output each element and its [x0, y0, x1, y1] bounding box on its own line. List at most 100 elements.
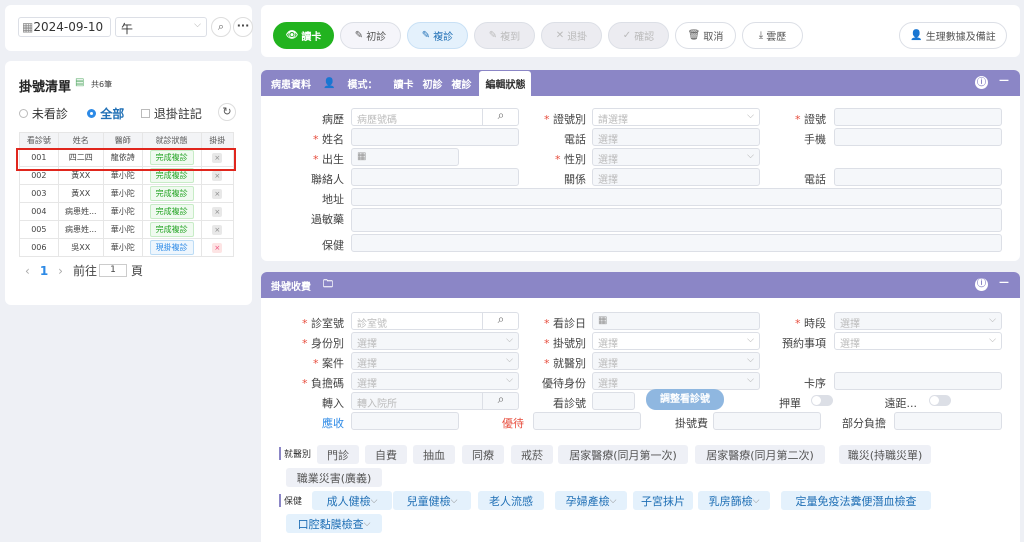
- session-select[interactable]: 午 ⌵: [115, 17, 207, 37]
- search-icon-button[interactable]: ⌕: [482, 108, 519, 126]
- date-card: ▦2024-09-10 午 ⌵ ⌕ ···: [5, 5, 253, 51]
- dept-tag[interactable]: 居家醫療(同月第二次): [695, 445, 825, 464]
- label-period: * 時段: [795, 317, 826, 330]
- visit-number-input[interactable]: [592, 392, 635, 410]
- mobile-input[interactable]: [834, 128, 1002, 146]
- more-icon-button[interactable]: ···: [233, 17, 253, 37]
- goto-input[interactable]: 1: [99, 264, 127, 277]
- name-input[interactable]: [351, 128, 519, 146]
- collapse-icon[interactable]: —: [999, 75, 1009, 86]
- cloud-history-button[interactable]: ⤓ 雲歷: [742, 22, 803, 49]
- appointment-select[interactable]: 選擇 ⌵: [834, 332, 1002, 350]
- queue-card: 掛號清單 ▤ 共6筆 未看診 全部 退掛註記 ↻ 看診號 姓名 醫師 就診狀態 掛掛 0…: [5, 61, 252, 305]
- checkbox-cancelled[interactable]: 退掛註記: [141, 105, 202, 122]
- table-row[interactable]: 004 病患姓... 華小陀 完成複診 ×: [19, 202, 235, 221]
- card-seq-input[interactable]: [834, 372, 1002, 390]
- dept-tag[interactable]: 門診: [317, 445, 359, 464]
- label-address: 地址: [322, 193, 344, 206]
- idtype-select[interactable]: 請選擇 ⌵: [592, 108, 760, 126]
- birth-date-picker[interactable]: ▦: [351, 148, 459, 166]
- mode-revisit[interactable]: 複診: [451, 76, 471, 91]
- dept-tag[interactable]: 戒菸: [511, 445, 553, 464]
- fee-input[interactable]: [713, 412, 821, 430]
- care-input[interactable]: [351, 234, 1002, 252]
- deposit-toggle[interactable]: [811, 395, 833, 406]
- search-icon-button[interactable]: ⌕: [482, 312, 519, 330]
- visit-date-picker[interactable]: ▦: [592, 312, 760, 330]
- discount-input[interactable]: [533, 412, 641, 430]
- chevron-down-icon: ⌵: [989, 335, 996, 345]
- gender-select[interactable]: 選擇 ⌵: [592, 148, 760, 166]
- user-icon: 👤: [323, 77, 336, 89]
- dept-tag[interactable]: 職災(持職災單): [839, 445, 931, 464]
- receivable-input[interactable]: [351, 412, 459, 430]
- partial-input[interactable]: [894, 412, 1002, 430]
- care-tag[interactable]: 乳房篩檢 ⌵: [698, 491, 770, 510]
- calendar-icon: ▦: [598, 315, 608, 326]
- info-icon[interactable]: ⓘ: [975, 76, 988, 89]
- dept-tag[interactable]: 職業災害(廣義): [286, 468, 382, 487]
- revisit-button[interactable]: ✎ 複診: [407, 22, 468, 49]
- collapse-icon[interactable]: —: [999, 277, 1009, 288]
- contact-phone-input[interactable]: [834, 168, 1002, 186]
- page-number[interactable]: 1: [40, 264, 48, 278]
- dept-tag[interactable]: 居家醫療(同月第一次): [558, 445, 688, 464]
- table-row[interactable]: 005 病患姓... 華小陀 完成複診 ×: [19, 220, 235, 239]
- radio-unseen[interactable]: 未看診: [19, 105, 68, 122]
- read-card-button[interactable]: 👁 讀卡: [273, 22, 334, 49]
- care-tag[interactable]: 口腔黏膜檢查 ⌵: [286, 514, 382, 533]
- remove-icon[interactable]: ×: [212, 206, 223, 217]
- remove-icon[interactable]: ×: [212, 170, 223, 181]
- phone-input[interactable]: 選擇: [592, 128, 760, 146]
- search-icon-button[interactable]: ⌕: [482, 392, 519, 410]
- period-select[interactable]: 選擇 ⌵: [834, 312, 1002, 330]
- dept-tag[interactable]: 抽血: [413, 445, 455, 464]
- chevron-down-icon: ⌵: [363, 518, 371, 529]
- search-icon-button[interactable]: ⌕: [211, 17, 231, 37]
- dept-select[interactable]: 選擇 ⌵: [592, 352, 760, 370]
- care-tag[interactable]: 定量免疫法糞便潛血檢查: [781, 491, 931, 510]
- chevron-down-icon: ⌵: [450, 495, 458, 506]
- confirm-button[interactable]: ✓ 確認: [608, 22, 669, 49]
- remove-icon[interactable]: ×: [212, 224, 223, 235]
- prev-page-icon[interactable]: ‹: [25, 264, 30, 278]
- clear-button[interactable]: ✕ 退掛: [541, 22, 602, 49]
- date-picker[interactable]: ▦2024-09-10: [18, 17, 111, 37]
- contact-input[interactable]: [351, 168, 519, 186]
- table-row[interactable]: 003 黃XX 華小陀 完成複診 ×: [19, 184, 235, 203]
- care-tag[interactable]: 老人流感: [478, 491, 544, 510]
- dept-tag[interactable]: 同療: [462, 445, 504, 464]
- relation-select[interactable]: 選擇: [592, 168, 760, 186]
- table-row[interactable]: 006 吳XX 華小陀 現掛複診 ×: [19, 238, 235, 257]
- cancel-button[interactable]: 🗑 取消: [675, 22, 736, 49]
- cell-doctor: 華小陀: [102, 238, 143, 257]
- allergy-input[interactable]: [351, 208, 1002, 232]
- care-tag[interactable]: 子宮抹片: [633, 491, 693, 510]
- copay-select[interactable]: 選擇 ⌵: [351, 372, 519, 390]
- remove-icon[interactable]: ×: [212, 242, 223, 253]
- tab-edit-status[interactable]: 編輯狀態: [479, 71, 532, 96]
- care-tag[interactable]: 成人健檢 ⌵: [312, 491, 392, 510]
- priority-select[interactable]: 選擇 ⌵: [592, 372, 760, 390]
- adjust-visit-number-button[interactable]: 調整看診號: [646, 389, 724, 410]
- regtype-select[interactable]: 選擇 ⌵: [592, 332, 760, 350]
- mode-read-card[interactable]: 讀卡: [393, 76, 413, 91]
- label-visit-date: * 看診日: [544, 317, 586, 330]
- remote-toggle[interactable]: [929, 395, 951, 406]
- address-input[interactable]: [351, 188, 1002, 206]
- mode-first-visit[interactable]: 初診: [422, 76, 442, 91]
- first-visit-button[interactable]: ✎ 初診: [340, 22, 401, 49]
- care-tag[interactable]: 兒童健檢 ⌵: [393, 491, 471, 510]
- dept-tag[interactable]: 自費: [365, 445, 407, 464]
- remove-icon[interactable]: ×: [212, 188, 223, 199]
- next-page-icon[interactable]: ›: [58, 264, 63, 278]
- identity-select[interactable]: 選擇 ⌵: [351, 332, 519, 350]
- info-icon[interactable]: ⓘ: [975, 278, 988, 291]
- refresh-icon[interactable]: ↻: [218, 103, 236, 121]
- radio-all[interactable]: 全部: [87, 105, 124, 122]
- idno-input[interactable]: [834, 108, 1002, 126]
- cut-button[interactable]: ✎ 複到: [474, 22, 535, 49]
- care-tag[interactable]: 孕婦產檢 ⌵: [555, 491, 627, 510]
- vitals-button[interactable]: 👤 生理數據及備註: [899, 22, 1007, 49]
- case-select[interactable]: 選擇 ⌵: [351, 352, 519, 370]
